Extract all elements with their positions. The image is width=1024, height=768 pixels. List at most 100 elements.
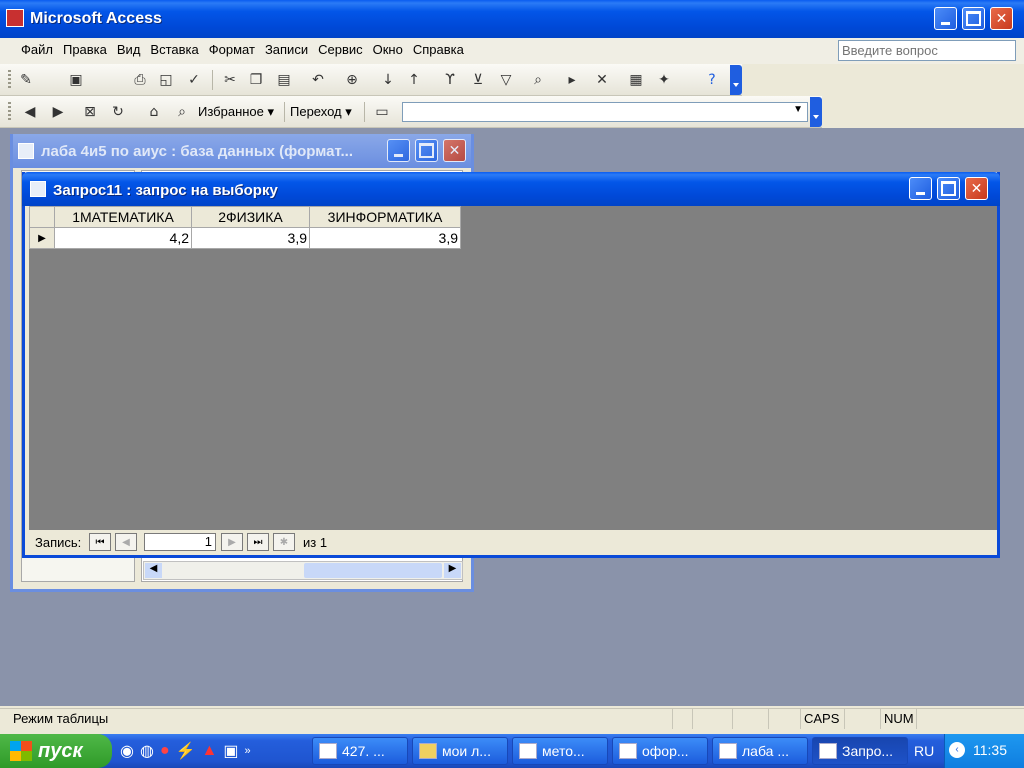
clock: 11:35 — [973, 742, 1007, 758]
undo-icon[interactable]: ↶ — [308, 70, 328, 90]
taskbar-button[interactable]: Запро... — [812, 737, 908, 765]
query-icon — [30, 181, 46, 197]
system-tray: ‹ 11:35 — [944, 734, 1024, 768]
menu-view[interactable]: Вид — [112, 39, 146, 61]
menu-help[interactable]: Справка — [408, 39, 469, 61]
taskbar-button[interactable]: 427. ... — [312, 737, 408, 765]
home-icon[interactable]: ⌂ — [144, 102, 164, 122]
datasheet-grid: 1МАТЕМАТИКА 2ФИЗИКА 3ИНФОРМАТИКА ▶ 4,2 3… — [29, 206, 461, 249]
preview-icon[interactable]: ◱ — [156, 70, 176, 90]
db-hscroll[interactable]: ◀ ▶ — [143, 561, 463, 580]
tray-expand-icon[interactable]: ‹ — [949, 742, 965, 758]
maximize-button[interactable] — [962, 7, 985, 30]
taskbar-button[interactable]: мето... — [512, 737, 608, 765]
taskbar-button[interactable]: мои л... — [412, 737, 508, 765]
scroll-right-icon[interactable]: ▶ — [444, 563, 461, 578]
toolbar-options-icon[interactable] — [730, 65, 742, 95]
cell[interactable]: 3,9 — [309, 227, 461, 249]
db-maximize-button[interactable] — [415, 139, 438, 162]
filter-selection-icon[interactable]: ϒ — [440, 70, 460, 90]
forward-icon[interactable]: ▶ — [48, 102, 68, 122]
menu-records[interactable]: Записи — [260, 39, 313, 61]
cell[interactable]: 3,9 — [191, 227, 310, 249]
chevron-icon[interactable]: » — [245, 745, 251, 757]
menu-tools[interactable]: Сервис — [313, 39, 368, 61]
status-mode: Режим таблицы — [13, 711, 109, 726]
copy-icon[interactable]: ❐ — [246, 70, 266, 90]
opera-icon[interactable]: ● — [160, 742, 170, 760]
hyperlink-icon[interactable]: ⊕ — [342, 70, 362, 90]
language-indicator[interactable]: RU — [914, 743, 934, 759]
datasheet-toolbar: ✎ ▣ ⎙ ◱ ✓ ✂ ❐ ▤ ↶ ⊕ ↓ ↑ ϒ ⊻ ▽ ⌕ ▸ ✕ ▦ ✦ … — [0, 64, 742, 96]
address-combo[interactable]: ▼ — [402, 102, 808, 122]
select-all-cell[interactable] — [29, 206, 55, 228]
query-close-button[interactable]: ✕ — [965, 177, 988, 200]
query-minimize-button[interactable] — [909, 177, 932, 200]
column-header[interactable]: 2ФИЗИКА — [191, 206, 310, 228]
next-record-button[interactable]: ▶ — [221, 533, 243, 551]
column-header[interactable]: 1МАТЕМАТИКА — [54, 206, 192, 228]
acrobat-icon[interactable]: ▲ — [202, 742, 218, 760]
db-minimize-button[interactable] — [387, 139, 410, 162]
find-icon[interactable]: ⌕ — [528, 70, 548, 90]
save-icon[interactable]: ▣ — [66, 70, 86, 90]
media-player-icon[interactable]: ◉ — [120, 741, 134, 761]
menu-file[interactable]: Файл — [16, 39, 58, 61]
record-count: из 1 — [303, 535, 328, 550]
record-selector[interactable]: ▶ — [29, 227, 55, 249]
menu-bar: Файл Правка Вид Вставка Формат Записи Сервис Ок… — [0, 38, 1024, 64]
spelling-icon[interactable]: ✓ — [184, 70, 204, 90]
minimize-button[interactable] — [934, 7, 957, 30]
search-web-icon[interactable]: ⌕ — [172, 102, 192, 122]
menu-edit[interactable]: Правка — [58, 39, 112, 61]
taskbar-button[interactable]: лаба ... — [712, 737, 808, 765]
refresh-icon[interactable]: ↻ — [108, 102, 128, 122]
last-record-button[interactable]: ⏭ — [247, 533, 269, 551]
taskbar-button[interactable]: офор... — [612, 737, 708, 765]
database-window-icon[interactable]: ▦ — [626, 70, 646, 90]
column-header[interactable]: 3ИНФОРМАТИКА — [309, 206, 461, 228]
sort-asc-icon[interactable]: ↓ — [378, 70, 398, 90]
app2-icon[interactable]: ▣ — [223, 741, 238, 761]
delete-record-icon[interactable]: ✕ — [592, 70, 612, 90]
help-search-input[interactable] — [838, 40, 1016, 61]
menu-insert[interactable]: Вставка — [145, 39, 203, 61]
app-titlebar: Microsoft Access ✕ — [0, 0, 1024, 38]
status-caps: CAPS — [800, 709, 844, 729]
table-row: ▶ 4,2 3,9 3,9 — [29, 227, 461, 249]
cut-icon[interactable]: ✂ — [220, 70, 240, 90]
stop-icon[interactable]: ⊠ — [80, 102, 100, 122]
view-icon[interactable]: ✎ — [16, 70, 36, 90]
toolbar-options-icon[interactable] — [810, 97, 822, 127]
db-close-button[interactable]: ✕ — [443, 139, 466, 162]
quick-launch: ◉ ◍ ● ⚡ ▲ ▣ » — [120, 738, 300, 764]
nav-label: Запись: — [35, 535, 82, 550]
query-maximize-button[interactable] — [937, 177, 960, 200]
new-record-icon[interactable]: ▸ — [562, 70, 582, 90]
winamp-icon[interactable]: ⚡ — [176, 741, 196, 761]
paste-icon[interactable]: ▤ — [274, 70, 294, 90]
scroll-thumb[interactable] — [304, 563, 442, 578]
record-number-input[interactable]: 1 — [144, 533, 216, 551]
help-icon[interactable]: ? — [702, 70, 722, 90]
start-button[interactable]: пуск — [0, 734, 112, 768]
prev-record-button[interactable]: ◀ — [115, 533, 137, 551]
menu-window[interactable]: Окно — [368, 39, 408, 61]
favorites-menu[interactable]: Избранное ▾ — [198, 104, 274, 120]
first-record-button[interactable]: ⏮ — [89, 533, 111, 551]
cell[interactable]: 4,2 — [54, 227, 192, 249]
filter-form-icon[interactable]: ⊻ — [468, 70, 488, 90]
sort-desc-icon[interactable]: ↑ — [404, 70, 424, 90]
show-web-toolbar-icon[interactable]: ▭ — [372, 102, 392, 122]
go-menu[interactable]: Переход ▾ — [290, 104, 352, 120]
app-title: Microsoft Access — [30, 10, 162, 27]
new-object-icon[interactable]: ✦ — [654, 70, 674, 90]
new-record-button[interactable]: ✱ — [273, 533, 295, 551]
apply-filter-icon[interactable]: ▽ — [496, 70, 516, 90]
menu-format[interactable]: Формат — [204, 39, 260, 61]
scroll-left-icon[interactable]: ◀ — [145, 563, 162, 578]
print-icon[interactable]: ⎙ — [130, 70, 150, 90]
app-icon[interactable]: ◍ — [140, 741, 154, 761]
close-button[interactable]: ✕ — [990, 7, 1013, 30]
back-icon[interactable]: ◀ — [20, 102, 40, 122]
